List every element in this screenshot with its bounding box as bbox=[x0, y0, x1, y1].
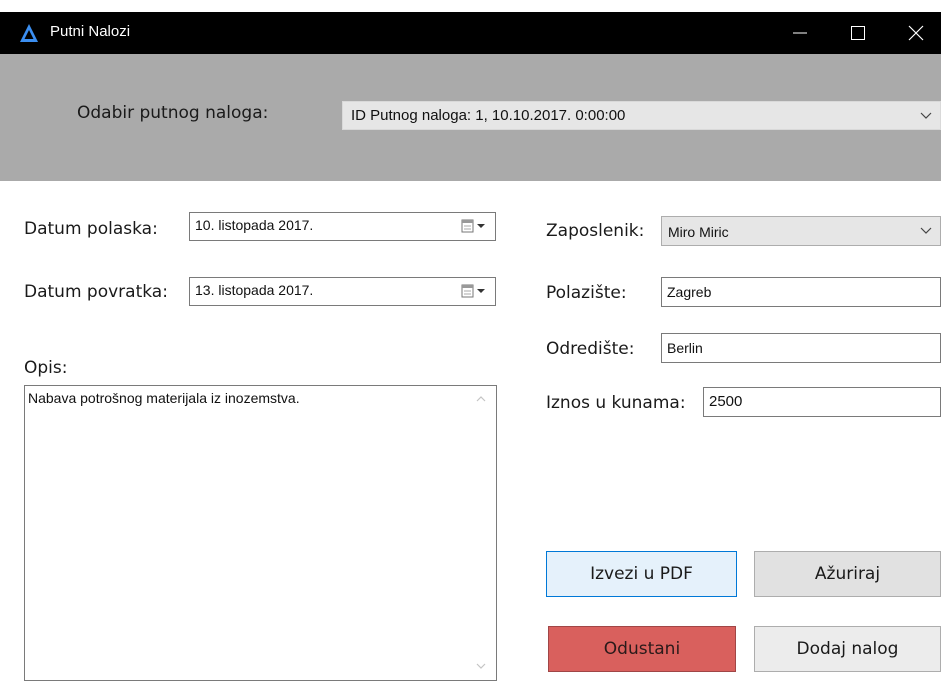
return-date-value: 13. listopada 2017. bbox=[195, 282, 314, 298]
origin-value: Zagreb bbox=[667, 284, 712, 300]
window-title: Putni Nalozi bbox=[50, 23, 131, 40]
departure-date-label: Datum polaska: bbox=[24, 219, 158, 239]
calendar-dropdown-icon[interactable] bbox=[461, 219, 489, 233]
chevron-down-icon bbox=[920, 112, 932, 119]
description-textarea[interactable]: Nabava potrošnog materijala iz inozemstv… bbox=[24, 385, 497, 681]
origin-input[interactable]: Zagreb bbox=[661, 277, 941, 307]
return-date-label: Datum povratka: bbox=[24, 282, 168, 302]
update-button[interactable]: Ažuriraj bbox=[754, 551, 941, 597]
employee-value: Miro Miric bbox=[668, 224, 729, 240]
order-select[interactable]: ID Putnog naloga: 1, 10.10.2017. 0:00:00 bbox=[342, 101, 941, 130]
maximize-button[interactable] bbox=[829, 12, 887, 54]
scroll-down-icon[interactable] bbox=[476, 662, 486, 670]
add-order-button[interactable]: Dodaj nalog bbox=[754, 626, 941, 672]
destination-value: Berlin bbox=[667, 340, 703, 356]
scroll-up-icon[interactable] bbox=[476, 395, 486, 403]
vertical-scrollbar[interactable] bbox=[466, 386, 496, 680]
origin-label: Polazište: bbox=[546, 283, 627, 303]
order-select-value: ID Putnog naloga: 1, 10.10.2017. 0:00:00 bbox=[351, 107, 626, 124]
chevron-down-icon bbox=[920, 227, 932, 234]
return-date-picker[interactable]: 13. listopada 2017. bbox=[189, 277, 496, 306]
amount-label: Iznos u kunama: bbox=[546, 393, 686, 413]
close-button[interactable] bbox=[887, 12, 941, 54]
amount-input[interactable]: 2500 bbox=[703, 387, 941, 417]
departure-date-picker[interactable]: 10. listopada 2017. bbox=[189, 212, 496, 241]
export-pdf-button[interactable]: Izvezi u PDF bbox=[546, 551, 737, 597]
order-select-label: Odabir putnog naloga: bbox=[77, 103, 269, 123]
description-label: Opis: bbox=[24, 358, 68, 378]
departure-date-value: 10. listopada 2017. bbox=[195, 217, 314, 233]
close-icon bbox=[908, 25, 924, 41]
destination-label: Odredište: bbox=[546, 339, 635, 359]
maximize-icon bbox=[851, 26, 865, 40]
minimize-button[interactable] bbox=[771, 12, 829, 54]
cancel-button[interactable]: Odustani bbox=[548, 626, 736, 672]
calendar-dropdown-icon[interactable] bbox=[461, 284, 489, 298]
employee-select[interactable]: Miro Miric bbox=[661, 216, 941, 246]
employee-label: Zaposlenik: bbox=[546, 221, 645, 241]
minimize-icon bbox=[793, 32, 807, 34]
destination-input[interactable]: Berlin bbox=[661, 333, 941, 363]
title-bar: Putni Nalozi bbox=[0, 12, 941, 54]
order-selector-panel: Odabir putnog naloga: ID Putnog naloga: … bbox=[0, 54, 941, 181]
amount-value: 2500 bbox=[709, 393, 743, 410]
description-value: Nabava potrošnog materijala iz inozemstv… bbox=[28, 390, 300, 406]
delta-icon bbox=[18, 22, 40, 44]
